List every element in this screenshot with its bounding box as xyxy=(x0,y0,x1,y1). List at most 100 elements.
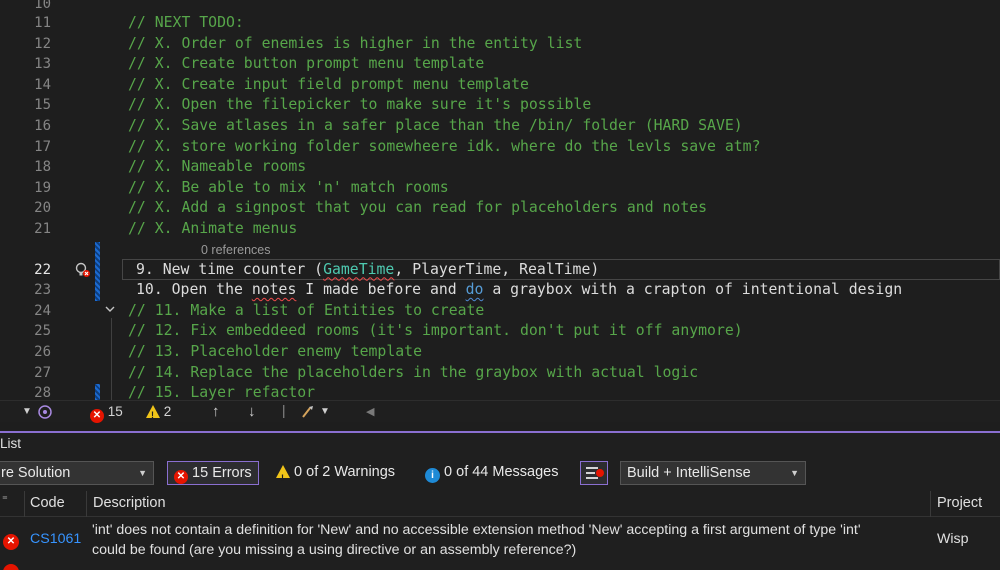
code-token: RealTime xyxy=(519,260,591,278)
code-line[interactable]: 12 // X. Order of enemies is higher in t… xyxy=(0,34,1000,55)
comment-text: // X. Save atlases in a safer place than… xyxy=(128,117,743,134)
warning-count[interactable]: 2 xyxy=(146,404,172,423)
previous-issue-arrow-icon[interactable]: ↑ xyxy=(212,404,220,420)
code-line[interactable]: 14 // X. Create input field prompt menu … xyxy=(0,75,1000,96)
column-divider[interactable] xyxy=(24,491,25,517)
column-header-description[interactable]: Description xyxy=(93,495,166,511)
comment-text: // 12. Fix embeddeed rooms (it's importa… xyxy=(128,322,743,340)
warnings-filter-button[interactable]: 0 of 2 Warnings xyxy=(270,461,401,489)
comment-text: // X. store working folder somewheere id… xyxy=(128,137,761,155)
comment-text: // 15. Layer refactor xyxy=(128,384,316,400)
error-row[interactable]: ✕ CS1061 'int' does not contain a defini… xyxy=(0,519,1000,563)
panel-title: List xyxy=(0,436,22,451)
line-number: 21 xyxy=(34,221,51,237)
comment-text: // X. Open the filepicker to make sure i… xyxy=(128,96,592,114)
code-line[interactable]: 26 // 13. Placeholder enemy template xyxy=(0,342,1000,363)
code-line[interactable]: 20 // X. Add a signpost that you can rea… xyxy=(0,198,1000,219)
code-editor[interactable]: 10 11 // NEXT TODO: 12 // X. Order of en… xyxy=(0,0,1000,400)
next-issue-arrow-icon[interactable]: ↓ xyxy=(248,404,256,420)
error-project: Wisp xyxy=(937,531,969,547)
sort-icon[interactable]: ⁼ xyxy=(2,493,8,506)
error-description-line: could be found (are you missing a using … xyxy=(92,542,577,558)
errors-filter-label: 15 Errors xyxy=(192,465,252,481)
code-line[interactable]: 15 // X. Open the filepicker to make sur… xyxy=(0,95,1000,116)
code-token: PlayerTime xyxy=(412,260,502,278)
code-line[interactable]: 23 10. Open the notes I made before and … xyxy=(0,280,1000,301)
code-token: I made before and xyxy=(296,281,466,299)
messages-filter-button[interactable]: i 0 of 44 Messages xyxy=(419,461,565,485)
column-header-project[interactable]: Project xyxy=(937,495,982,511)
error-row[interactable] xyxy=(0,564,1000,570)
comment-text: // X. Create button prompt menu template xyxy=(128,55,485,73)
code-line[interactable]: 27 // 14. Replace the placeholders in th… xyxy=(0,363,1000,384)
comment-text: // X. Animate menus xyxy=(128,220,298,237)
code-statement: 10. Open the notes I made before and do … xyxy=(136,280,902,301)
code-token: 9. New time counter ( xyxy=(136,260,324,278)
code-line-active[interactable]: 22 9. New time counter (GameTime, Player… xyxy=(0,260,1000,281)
code-line[interactable]: 17 // X. store working folder somewheere… xyxy=(0,137,1000,158)
code-line[interactable]: 16 // X. Save atlases in a safer place t… xyxy=(0,116,1000,137)
error-code-link[interactable]: CS1061 xyxy=(30,531,81,547)
code-line[interactable]: 25 // 12. Fix embeddeed rooms (it's impo… xyxy=(0,321,1000,342)
column-header-code[interactable]: Code xyxy=(30,495,65,511)
code-line[interactable]: 11 // NEXT TODO: xyxy=(0,13,1000,34)
line-number: 13 xyxy=(34,56,51,73)
code-line[interactable]: 19 // X. Be able to mix 'n' match rooms xyxy=(0,178,1000,199)
messages-filter-label: 0 of 44 Messages xyxy=(444,464,559,480)
code-token: 10. Open the xyxy=(136,281,252,299)
line-number: 12 xyxy=(34,35,51,52)
code-line[interactable]: 28 // 15. Layer refactor xyxy=(0,383,1000,400)
comment-text: // 11. Make a list of Entities to create xyxy=(128,301,485,319)
line-number: 23 xyxy=(34,282,51,299)
error-icon: ✕ xyxy=(3,530,19,550)
health-icon[interactable] xyxy=(36,404,54,424)
error-count-value: 15 xyxy=(107,404,123,419)
info-icon: i xyxy=(425,468,440,483)
code-line[interactable]: 21 // X. Animate menus xyxy=(0,219,1000,240)
line-number: 24 xyxy=(34,302,51,319)
line-number: 16 xyxy=(34,118,51,134)
code-token: , xyxy=(501,260,520,278)
warning-icon xyxy=(276,465,290,489)
keyword-token: do xyxy=(465,281,484,299)
errors-filter-button[interactable]: ✕ 15 Errors xyxy=(167,461,259,485)
line-number: 27 xyxy=(34,364,51,381)
warning-count-value: 2 xyxy=(163,404,172,419)
scroll-left-arrow-icon[interactable]: ◀ xyxy=(366,404,374,420)
error-token: notes xyxy=(251,281,297,299)
line-number: 19 xyxy=(34,179,51,196)
codelens-references[interactable]: 0 references xyxy=(201,241,270,259)
code-line[interactable]: 13 // X. Create button prompt menu templ… xyxy=(0,54,1000,75)
code-cleanup-brush-icon[interactable] xyxy=(300,404,316,424)
code-token: ) xyxy=(590,260,600,278)
line-number: 26 xyxy=(34,344,51,360)
filter-toggle-button[interactable] xyxy=(580,461,608,485)
error-count[interactable]: ✕ 15 xyxy=(90,404,123,423)
comment-text: // X. Add a signpost that you can read f… xyxy=(128,199,708,217)
line-number: 17 xyxy=(34,138,51,155)
comment-text: // X. Nameable rooms xyxy=(128,158,307,176)
chevron-down-icon: ▼ xyxy=(790,468,799,478)
cleanup-dropdown-caret-icon[interactable]: ▼ xyxy=(320,404,330,420)
column-divider[interactable] xyxy=(930,491,931,517)
comment-text: // X. Order of enemies is higher in the … xyxy=(128,34,583,52)
column-divider[interactable] xyxy=(86,491,87,517)
code-line[interactable]: 18 // X. Nameable rooms xyxy=(0,157,1000,178)
line-number: 22 xyxy=(34,261,51,278)
error-icon: ✕ xyxy=(174,470,188,484)
line-number: 14 xyxy=(34,76,51,93)
error-icon-glyph: ✕ xyxy=(3,534,19,550)
error-description-line: 'int' does not contain a definition for … xyxy=(92,522,861,538)
code-statement: 9. New time counter (GameTime, PlayerTim… xyxy=(136,260,599,281)
build-intellisense-select[interactable]: Build + IntelliSense ▼ xyxy=(620,461,806,485)
chevron-down-icon: ▼ xyxy=(138,468,147,478)
build-intellisense-value: Build + IntelliSense xyxy=(627,465,751,481)
comment-text: // X. Create input field prompt menu tem… xyxy=(128,75,529,93)
line-number: 25 xyxy=(34,323,51,340)
scope-select[interactable]: re Solution ▼ xyxy=(0,461,154,485)
zoom-dropdown-caret-icon[interactable]: ▼ xyxy=(22,404,32,420)
filter-list-icon xyxy=(586,467,604,479)
warning-icon xyxy=(146,405,160,423)
code-token: a graybox with a crapton of intentional … xyxy=(483,281,903,299)
code-line[interactable]: 24 // 11. Make a list of Entities to cre… xyxy=(0,301,1000,322)
